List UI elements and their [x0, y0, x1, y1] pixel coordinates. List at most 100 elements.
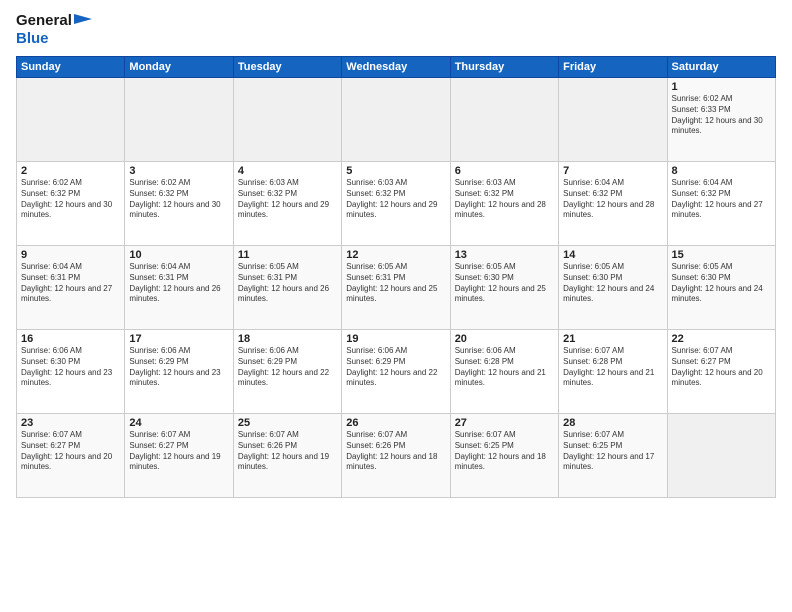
header: General Blue [16, 12, 776, 48]
day-number: 16 [21, 333, 120, 345]
calendar-cell: 15Sunrise: 6:05 AM Sunset: 6:30 PM Dayli… [667, 246, 775, 330]
day-number: 15 [672, 249, 771, 261]
calendar-body: 1Sunrise: 6:02 AM Sunset: 6:33 PM Daylig… [17, 78, 776, 498]
day-info: Sunrise: 6:04 AM Sunset: 6:31 PM Dayligh… [21, 262, 120, 305]
calendar-cell: 19Sunrise: 6:06 AM Sunset: 6:29 PM Dayli… [342, 330, 450, 414]
calendar-cell: 26Sunrise: 6:07 AM Sunset: 6:26 PM Dayli… [342, 414, 450, 498]
calendar-cell: 3Sunrise: 6:02 AM Sunset: 6:32 PM Daylig… [125, 162, 233, 246]
day-info: Sunrise: 6:05 AM Sunset: 6:31 PM Dayligh… [346, 262, 445, 305]
calendar-cell [233, 78, 341, 162]
calendar-cell: 24Sunrise: 6:07 AM Sunset: 6:27 PM Dayli… [125, 414, 233, 498]
day-info: Sunrise: 6:04 AM Sunset: 6:32 PM Dayligh… [672, 178, 771, 221]
day-info: Sunrise: 6:07 AM Sunset: 6:25 PM Dayligh… [563, 430, 662, 473]
calendar-cell [342, 78, 450, 162]
day-number: 23 [21, 417, 120, 429]
day-info: Sunrise: 6:03 AM Sunset: 6:32 PM Dayligh… [455, 178, 554, 221]
day-info: Sunrise: 6:02 AM Sunset: 6:32 PM Dayligh… [21, 178, 120, 221]
weekday-header-saturday: Saturday [667, 57, 775, 78]
day-info: Sunrise: 6:06 AM Sunset: 6:30 PM Dayligh… [21, 346, 120, 389]
day-info: Sunrise: 6:07 AM Sunset: 6:27 PM Dayligh… [129, 430, 228, 473]
logo-blue: Blue [16, 30, 92, 48]
calendar-cell: 11Sunrise: 6:05 AM Sunset: 6:31 PM Dayli… [233, 246, 341, 330]
day-info: Sunrise: 6:02 AM Sunset: 6:33 PM Dayligh… [672, 94, 771, 137]
weekday-header-thursday: Thursday [450, 57, 558, 78]
day-number: 2 [21, 165, 120, 177]
day-info: Sunrise: 6:06 AM Sunset: 6:29 PM Dayligh… [346, 346, 445, 389]
calendar-cell: 21Sunrise: 6:07 AM Sunset: 6:28 PM Dayli… [559, 330, 667, 414]
calendar-cell [17, 78, 125, 162]
day-number: 13 [455, 249, 554, 261]
calendar-cell: 16Sunrise: 6:06 AM Sunset: 6:30 PM Dayli… [17, 330, 125, 414]
calendar-cell: 1Sunrise: 6:02 AM Sunset: 6:33 PM Daylig… [667, 78, 775, 162]
day-info: Sunrise: 6:07 AM Sunset: 6:28 PM Dayligh… [563, 346, 662, 389]
day-number: 26 [346, 417, 445, 429]
day-info: Sunrise: 6:07 AM Sunset: 6:27 PM Dayligh… [672, 346, 771, 389]
calendar-cell: 6Sunrise: 6:03 AM Sunset: 6:32 PM Daylig… [450, 162, 558, 246]
day-number: 24 [129, 417, 228, 429]
day-info: Sunrise: 6:05 AM Sunset: 6:31 PM Dayligh… [238, 262, 337, 305]
day-info: Sunrise: 6:07 AM Sunset: 6:26 PM Dayligh… [238, 430, 337, 473]
day-number: 10 [129, 249, 228, 261]
calendar-cell [125, 78, 233, 162]
weekday-header-friday: Friday [559, 57, 667, 78]
calendar-cell: 8Sunrise: 6:04 AM Sunset: 6:32 PM Daylig… [667, 162, 775, 246]
day-info: Sunrise: 6:03 AM Sunset: 6:32 PM Dayligh… [238, 178, 337, 221]
logo-general: General [16, 12, 72, 30]
weekday-header-monday: Monday [125, 57, 233, 78]
page: General Blue SundayMondayTuesdayWednesda… [0, 0, 792, 612]
calendar-cell: 9Sunrise: 6:04 AM Sunset: 6:31 PM Daylig… [17, 246, 125, 330]
day-number: 28 [563, 417, 662, 429]
calendar-table: SundayMondayTuesdayWednesdayThursdayFrid… [16, 56, 776, 498]
calendar-cell: 10Sunrise: 6:04 AM Sunset: 6:31 PM Dayli… [125, 246, 233, 330]
day-info: Sunrise: 6:03 AM Sunset: 6:32 PM Dayligh… [346, 178, 445, 221]
calendar-cell: 28Sunrise: 6:07 AM Sunset: 6:25 PM Dayli… [559, 414, 667, 498]
calendar-cell: 7Sunrise: 6:04 AM Sunset: 6:32 PM Daylig… [559, 162, 667, 246]
day-info: Sunrise: 6:07 AM Sunset: 6:26 PM Dayligh… [346, 430, 445, 473]
day-number: 7 [563, 165, 662, 177]
calendar-cell [667, 414, 775, 498]
day-number: 18 [238, 333, 337, 345]
day-number: 6 [455, 165, 554, 177]
day-info: Sunrise: 6:05 AM Sunset: 6:30 PM Dayligh… [455, 262, 554, 305]
day-number: 14 [563, 249, 662, 261]
logo: General Blue [16, 12, 92, 48]
day-number: 4 [238, 165, 337, 177]
day-info: Sunrise: 6:05 AM Sunset: 6:30 PM Dayligh… [672, 262, 771, 305]
day-number: 19 [346, 333, 445, 345]
calendar-cell: 14Sunrise: 6:05 AM Sunset: 6:30 PM Dayli… [559, 246, 667, 330]
weekday-header-sunday: Sunday [17, 57, 125, 78]
day-info: Sunrise: 6:04 AM Sunset: 6:32 PM Dayligh… [563, 178, 662, 221]
calendar-week-0: 1Sunrise: 6:02 AM Sunset: 6:33 PM Daylig… [17, 78, 776, 162]
calendar-cell: 4Sunrise: 6:03 AM Sunset: 6:32 PM Daylig… [233, 162, 341, 246]
day-number: 9 [21, 249, 120, 261]
calendar-cell: 20Sunrise: 6:06 AM Sunset: 6:28 PM Dayli… [450, 330, 558, 414]
day-info: Sunrise: 6:06 AM Sunset: 6:29 PM Dayligh… [129, 346, 228, 389]
day-number: 20 [455, 333, 554, 345]
day-info: Sunrise: 6:05 AM Sunset: 6:30 PM Dayligh… [563, 262, 662, 305]
calendar-cell: 25Sunrise: 6:07 AM Sunset: 6:26 PM Dayli… [233, 414, 341, 498]
calendar-cell: 22Sunrise: 6:07 AM Sunset: 6:27 PM Dayli… [667, 330, 775, 414]
calendar-week-1: 2Sunrise: 6:02 AM Sunset: 6:32 PM Daylig… [17, 162, 776, 246]
day-number: 1 [672, 81, 771, 93]
calendar-cell: 27Sunrise: 6:07 AM Sunset: 6:25 PM Dayli… [450, 414, 558, 498]
day-number: 27 [455, 417, 554, 429]
logo-flag-icon [74, 14, 92, 28]
day-number: 11 [238, 249, 337, 261]
calendar-cell: 13Sunrise: 6:05 AM Sunset: 6:30 PM Dayli… [450, 246, 558, 330]
day-info: Sunrise: 6:04 AM Sunset: 6:31 PM Dayligh… [129, 262, 228, 305]
day-number: 25 [238, 417, 337, 429]
calendar-header: SundayMondayTuesdayWednesdayThursdayFrid… [17, 57, 776, 78]
calendar-week-4: 23 Sunrise: 6:07 AM Sunset: 6:27 PM Dayli… [17, 414, 776, 498]
calendar-week-2: 9Sunrise: 6:04 AM Sunset: 6:31 PM Daylig… [17, 246, 776, 330]
day-number: 22 [672, 333, 771, 345]
weekday-header-wednesday: Wednesday [342, 57, 450, 78]
calendar-cell [559, 78, 667, 162]
day-number: 21 [563, 333, 662, 345]
day-number: 12 [346, 249, 445, 261]
day-info: Sunrise: 6:06 AM Sunset: 6:29 PM Dayligh… [238, 346, 337, 389]
calendar-cell: 18Sunrise: 6:06 AM Sunset: 6:29 PM Dayli… [233, 330, 341, 414]
day-info: Sunrise: 6:07 AM Sunset: 6:25 PM Dayligh… [455, 430, 554, 473]
calendar-cell: 17Sunrise: 6:06 AM Sunset: 6:29 PM Dayli… [125, 330, 233, 414]
day-number: 5 [346, 165, 445, 177]
calendar-cell: 12Sunrise: 6:05 AM Sunset: 6:31 PM Dayli… [342, 246, 450, 330]
